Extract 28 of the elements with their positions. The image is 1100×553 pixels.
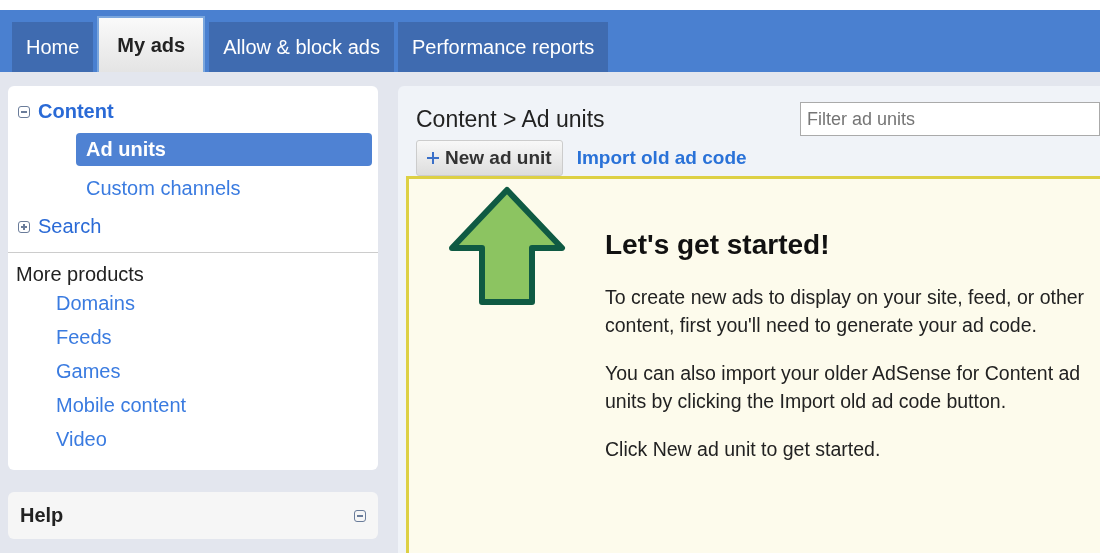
nav-tab[interactable]: Allow & block ads <box>209 22 394 72</box>
nav-tab[interactable]: Performance reports <box>397 22 609 72</box>
sidebar-item[interactable]: Ad units <box>76 133 372 166</box>
product-link[interactable]: Feeds <box>16 320 378 354</box>
import-link[interactable]: Import old ad code <box>576 147 747 169</box>
product-link[interactable]: Games <box>16 354 378 388</box>
paragraph: To create new ads to display on your site, feed, or other content, first you'll need to generate your ad code. <box>605 285 1086 338</box>
section-link[interactable]: Content <box>38 100 114 123</box>
collapse-icon[interactable] <box>354 509 366 522</box>
up-arrow-icon <box>446 186 568 308</box>
breadcrumb: Content > Ad units <box>416 105 605 133</box>
help-heading: Help <box>20 504 64 527</box>
product-link[interactable]: Domains <box>16 286 378 320</box>
product-link[interactable]: Mobile content <box>16 388 378 422</box>
paragraph: Click New ad unit to get started. <box>605 437 882 462</box>
expand-icon[interactable] <box>18 220 30 233</box>
section-link[interactable]: Search <box>38 215 102 238</box>
paragraph: You can also import your older AdSense for Content ad units by clicking the Import old ad code button. <box>605 361 1082 414</box>
product-link[interactable]: Video <box>16 422 378 456</box>
plus-icon <box>427 152 439 164</box>
filter-field[interactable]: Filter ad units <box>800 102 1100 136</box>
collapse-icon[interactable] <box>18 105 30 118</box>
nav-tab[interactable]: My ads <box>97 16 206 72</box>
section-heading: More products <box>16 263 145 286</box>
new-ad-unit-button[interactable]: New ad unit <box>416 140 563 176</box>
callout-title: Let's get started! <box>605 229 831 261</box>
sidebar-item[interactable]: Custom channels <box>76 172 372 205</box>
nav-tab[interactable]: Home <box>12 22 94 72</box>
